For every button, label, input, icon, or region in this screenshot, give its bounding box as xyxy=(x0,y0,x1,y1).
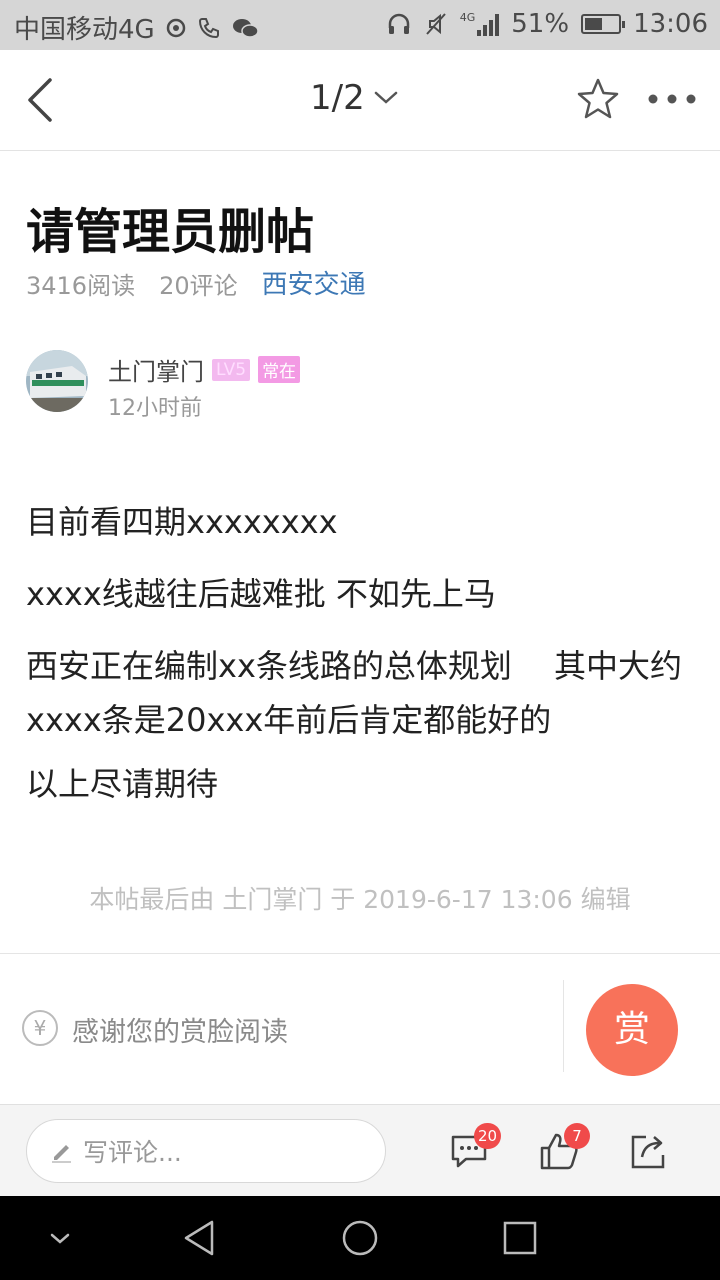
read-count: 3416阅读 xyxy=(26,272,136,300)
post-time: 12小时前 xyxy=(108,396,202,421)
mute-icon xyxy=(425,13,446,35)
star-icon[interactable] xyxy=(574,76,622,124)
signal-icon xyxy=(477,14,500,36)
chevron-left-icon[interactable] xyxy=(18,74,70,126)
status-bar: 中国移动4G 4G 51% 13:06 xyxy=(0,0,720,50)
divider xyxy=(563,980,564,1072)
status-badge: 常在 xyxy=(258,356,301,383)
clock: 13:06 xyxy=(633,9,708,39)
sync-icon xyxy=(166,18,185,37)
page-indicator: 1/2 xyxy=(310,78,365,118)
phone-icon xyxy=(198,17,219,38)
comments-button[interactable]: 20 xyxy=(448,1123,502,1173)
system-nav-bar xyxy=(0,1196,720,1280)
back-triangle-icon[interactable] xyxy=(180,1218,220,1258)
reward-section: ¥ 感谢您的赏脸阅读 赏 xyxy=(0,954,720,1104)
share-button[interactable] xyxy=(626,1129,670,1173)
battery-percent: 51% xyxy=(511,9,570,39)
yen-icon: ¥ xyxy=(22,1010,58,1046)
paragraph: 目前看四期xxxxxxxx xyxy=(26,503,338,541)
bottom-action-bar: 写评论... 20 7 xyxy=(0,1104,720,1197)
share-icon xyxy=(631,1135,665,1169)
battery-icon xyxy=(581,14,626,34)
comment-count: 20评论 xyxy=(159,272,238,300)
comment-input[interactable]: 写评论... xyxy=(26,1119,386,1183)
edit-note: 本帖最后由 土门掌门 于 2019-6-17 13:06 编辑 xyxy=(89,885,631,914)
reward-text: 感谢您的赏脸阅读 xyxy=(72,1017,288,1048)
level-badge: LV5 xyxy=(212,358,251,381)
post-meta: 3416阅读 20评论 西安交通 xyxy=(26,266,366,301)
paragraph: xxxx线越往后越难批 不如先上马 xyxy=(26,575,496,613)
comment-count-badge: 20 xyxy=(474,1123,502,1149)
headphones-icon xyxy=(388,13,409,34)
paragraph: 西安正在编制xx条线路的总体规划 其中大约xxxx条是20xxx年前后肯定都能好… xyxy=(26,647,683,739)
wechat-icon xyxy=(232,18,259,38)
more-dots-icon[interactable] xyxy=(646,92,698,106)
carrier-label: 中国移动4G xyxy=(14,15,155,45)
pencil-icon xyxy=(52,1145,71,1163)
recents-square-icon[interactable] xyxy=(500,1218,540,1258)
post-title: 请管理员删帖 xyxy=(26,204,315,260)
reward-button[interactable]: 赏 xyxy=(586,984,678,1076)
like-button[interactable]: 7 xyxy=(538,1123,590,1173)
forum-tag[interactable]: 西安交通 xyxy=(262,264,366,301)
author-name[interactable]: 土门掌门 xyxy=(108,352,204,387)
post-content: 目前看四期xxxxxxxx xxxx线越往后越难批 不如先上马 西安正在编制xx… xyxy=(26,495,706,829)
network-type: 4G xyxy=(459,11,476,24)
chevron-down-icon xyxy=(374,91,397,104)
avatar[interactable] xyxy=(26,350,88,412)
paragraph: 以上尽请期待 xyxy=(26,765,219,803)
page-selector[interactable]: 1/2 xyxy=(310,78,399,118)
like-count-badge: 7 xyxy=(564,1123,590,1149)
home-circle-icon[interactable] xyxy=(340,1218,380,1258)
title-bar: 1/2 xyxy=(0,50,720,151)
chevron-down-icon[interactable] xyxy=(40,1218,80,1258)
comment-placeholder: 写评论... xyxy=(83,1138,182,1167)
